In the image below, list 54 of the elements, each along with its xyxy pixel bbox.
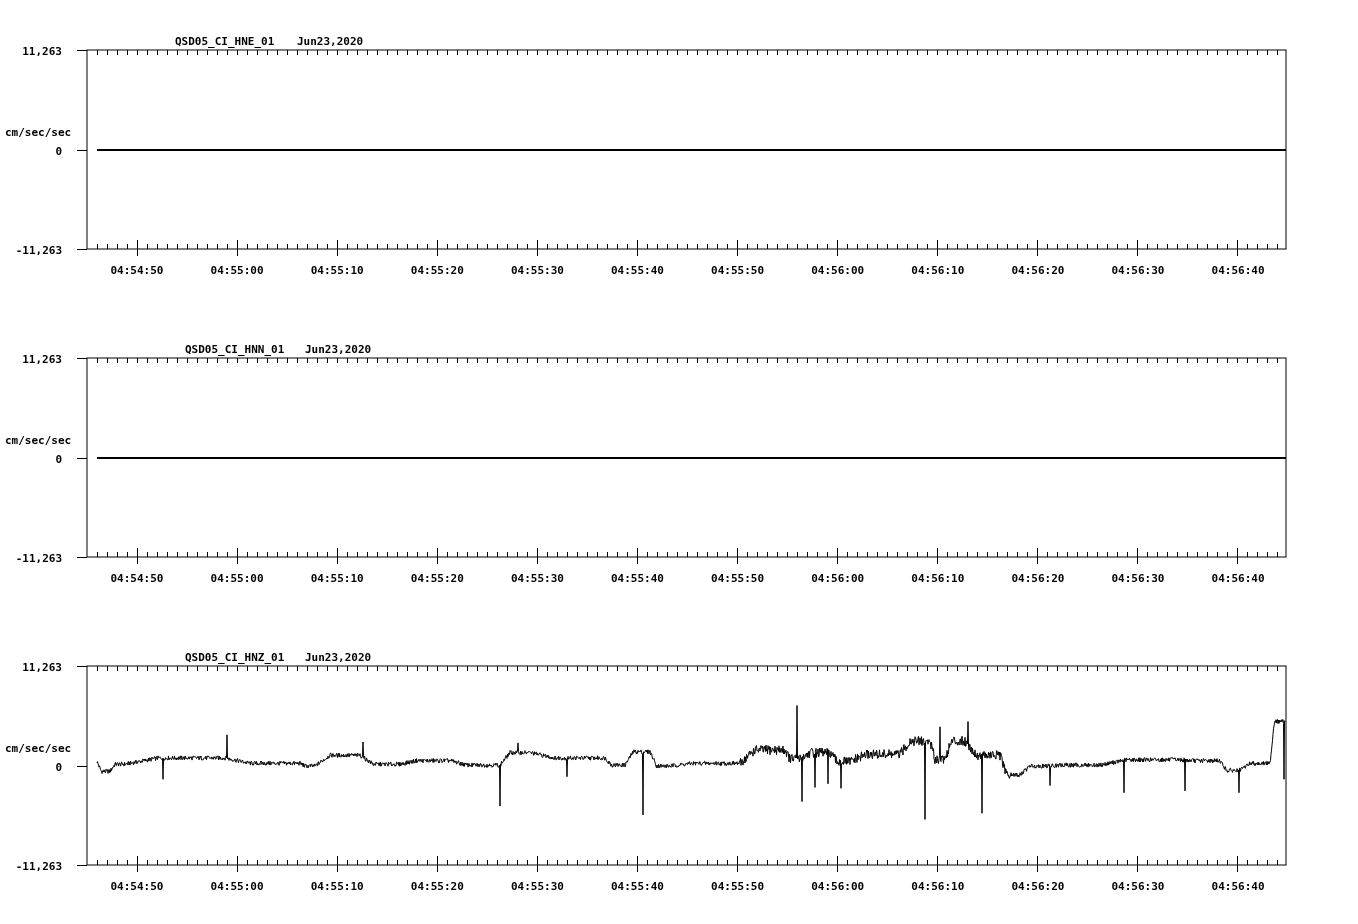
x-tick-label: 04:56:10 — [911, 880, 965, 893]
x-tick-label: 04:55:30 — [510, 880, 564, 893]
chart-date: Jun23,2020 — [305, 651, 372, 664]
x-tick-label: 04:55:20 — [410, 572, 464, 585]
x-tick-label: 04:55:40 — [611, 572, 664, 585]
x-tick-label: 04:56:20 — [1011, 880, 1065, 893]
x-tick-label: 04:55:00 — [210, 264, 264, 277]
y-tick-label: 11,263 — [22, 661, 62, 674]
x-tick-label: 04:56:20 — [1011, 572, 1065, 585]
x-tick-label: 04:55:40 — [611, 880, 664, 893]
chart-date: Jun23,2020 — [305, 343, 372, 356]
x-tick-label: 04:55:20 — [410, 880, 464, 893]
y-tick-label: -11,263 — [15, 552, 62, 565]
channel-name: QSD05_CI_HNN_01 — [185, 343, 285, 356]
y-axis-label: cm/sec/sec — [5, 742, 72, 755]
y-tick-label: 11,263 — [22, 45, 62, 58]
x-tick-label: 04:54:50 — [110, 572, 164, 585]
x-tick-label: 04:55:50 — [711, 880, 765, 893]
x-tick-label: 04:56:00 — [811, 880, 865, 893]
y-tick-label: -11,263 — [15, 860, 62, 873]
y-tick-label: 11,263 — [22, 353, 62, 366]
x-tick-label: 04:55:30 — [510, 572, 564, 585]
chart-date: Jun23,2020 — [297, 35, 364, 48]
x-tick-label: 04:55:10 — [310, 880, 364, 893]
x-tick-label: 04:56:10 — [911, 572, 965, 585]
x-tick-label: 04:55:00 — [210, 880, 264, 893]
x-tick-label: 04:56:00 — [811, 572, 865, 585]
x-tick-label: 04:56:40 — [1211, 572, 1265, 585]
channel-name: QSD05_CI_HNZ_01 — [185, 651, 285, 664]
x-tick-label: 04:55:40 — [611, 264, 664, 277]
y-axis-label: cm/sec/sec — [5, 126, 72, 139]
x-tick-label: 04:56:30 — [1111, 880, 1165, 893]
x-tick-label: 04:56:40 — [1211, 880, 1265, 893]
x-tick-label: 04:54:50 — [110, 264, 164, 277]
x-tick-label: 04:55:10 — [310, 572, 364, 585]
x-tick-label: 04:56:00 — [811, 264, 865, 277]
x-tick-label: 04:55:50 — [711, 572, 765, 585]
x-tick-label: 04:55:50 — [711, 264, 765, 277]
x-tick-label: 04:56:10 — [911, 264, 965, 277]
y-tick-label: 0 — [55, 761, 62, 774]
x-tick-label: 04:55:20 — [410, 264, 464, 277]
x-tick-label: 04:55:30 — [510, 264, 564, 277]
channel-name: QSD05_CI_HNE_01 — [175, 35, 275, 48]
x-tick-label: 04:55:10 — [310, 264, 364, 277]
x-tick-label: 04:56:30 — [1111, 572, 1165, 585]
y-tick-label: -11,263 — [15, 244, 62, 257]
y-tick-label: 0 — [55, 145, 62, 158]
x-tick-label: 04:56:40 — [1211, 264, 1265, 277]
y-tick-label: 0 — [55, 453, 62, 466]
x-tick-label: 04:56:20 — [1011, 264, 1065, 277]
x-tick-label: 04:56:30 — [1111, 264, 1165, 277]
y-axis-label: cm/sec/sec — [5, 434, 72, 447]
x-tick-label: 04:54:50 — [110, 880, 164, 893]
x-tick-label: 04:55:00 — [210, 572, 264, 585]
